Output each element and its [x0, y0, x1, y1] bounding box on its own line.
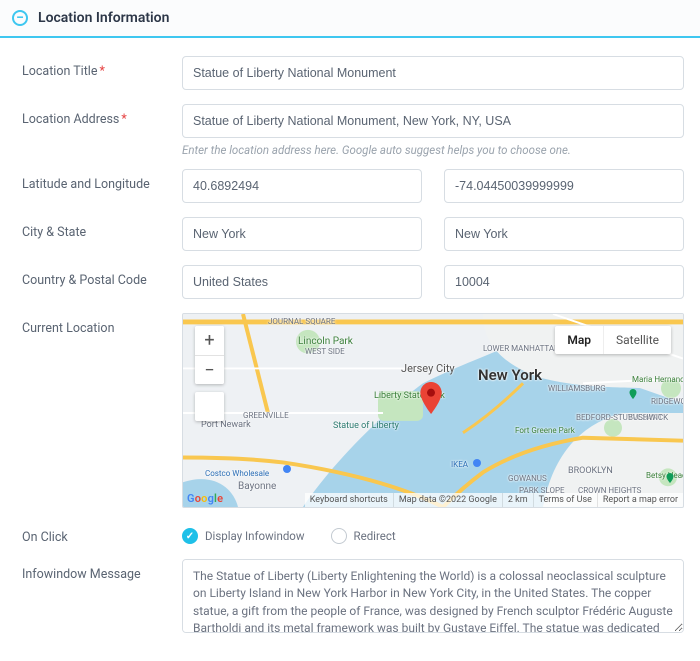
- location-address-input[interactable]: [182, 104, 684, 138]
- row-infowindow: Infowindow Message: [22, 559, 684, 637]
- map-label-maria: Maria Hernandez Park: [632, 376, 684, 384]
- map-type-map[interactable]: Map: [555, 326, 603, 354]
- map-attribution: Keyboard shortcuts Map data ©2022 Google…: [305, 493, 683, 507]
- map-attr-data: Map data ©2022 Google: [393, 493, 502, 507]
- label-title: Location Title*: [22, 56, 182, 79]
- label-currentloc: Current Location: [22, 313, 182, 336]
- map-attr-shortcuts[interactable]: Keyboard shortcuts: [305, 493, 393, 507]
- panel-header[interactable]: − Location Information: [0, 0, 700, 38]
- label-infowindow: Infowindow Message: [22, 559, 182, 582]
- panel-title: Location Information: [38, 10, 169, 26]
- city-input[interactable]: [182, 217, 422, 251]
- label-citystate: City & State: [22, 217, 182, 240]
- map-attr-terms[interactable]: Terms of Use: [533, 493, 597, 507]
- map-label-greenville: GREENVILLE: [243, 411, 289, 420]
- label-onclick: On Click: [22, 522, 182, 545]
- poi-icon: [664, 472, 676, 484]
- map-label-bayonne: Bayonne: [238, 481, 276, 492]
- zoom-control: + −: [195, 326, 224, 384]
- map-marker-icon[interactable]: [420, 382, 442, 414]
- location-title-input[interactable]: [182, 56, 684, 90]
- map-label-ikea: IKEA: [451, 460, 468, 469]
- row-title: Location Title*: [22, 56, 684, 90]
- map-label-manhattan: LOWER MANHATTAN: [483, 344, 560, 353]
- radio-label-redirect: Redirect: [354, 529, 396, 543]
- zoom-in-button[interactable]: +: [195, 326, 224, 355]
- row-onclick: On Click Display Infowindow Redirect: [22, 522, 684, 545]
- collapse-icon[interactable]: −: [12, 10, 28, 26]
- map-label-statue: Statue of Liberty: [333, 421, 399, 431]
- map-label-williamsburg: WILLIAMSBURG: [548, 384, 606, 393]
- google-logo: Google: [187, 492, 223, 505]
- map-label-lincolnpark: Lincoln Park: [298, 336, 353, 347]
- map-type-control: Map Satellite: [555, 326, 671, 354]
- radio-label-display: Display Infowindow: [205, 529, 305, 543]
- zoom-out-button[interactable]: −: [195, 355, 224, 384]
- poi-icon: [471, 457, 483, 469]
- infowindow-textarea[interactable]: [182, 559, 684, 633]
- form-body: Location Title* Location Address* Enter …: [0, 38, 700, 661]
- row-citystate: City & State: [22, 217, 684, 251]
- label-address: Location Address*: [22, 104, 182, 127]
- radio-unchecked-icon: [331, 528, 347, 544]
- map-label-brooklyn: BROOKLYN: [568, 466, 613, 476]
- required-marker: *: [99, 64, 104, 79]
- streetview-control[interactable]: [195, 392, 224, 421]
- row-currentloc: Current Location: [22, 313, 684, 508]
- address-help-text: Enter the location address here. Google …: [182, 143, 684, 157]
- map-label-gowanus: GOWANUS: [508, 474, 547, 483]
- row-address: Location Address* Enter the location add…: [22, 104, 684, 157]
- map-attr-scale: 2 km: [502, 493, 533, 507]
- onclick-radio-group: Display Infowindow Redirect: [182, 522, 684, 544]
- map-type-satellite[interactable]: Satellite: [603, 326, 671, 354]
- map-label-ridgewood: RIDGEWOOD: [651, 397, 684, 406]
- map-attr-report[interactable]: Report a map error: [597, 493, 683, 507]
- map[interactable]: Lincoln Park WEST SIDE JOURNAL SQUARE Je…: [182, 313, 684, 508]
- row-countrypostal: Country & Postal Code: [22, 265, 684, 299]
- map-label-journalsq: JOURNAL SQUARE: [268, 317, 335, 326]
- radio-display-infowindow[interactable]: Display Infowindow: [182, 528, 305, 544]
- map-label-lincolnpark-sub: WEST SIDE: [305, 347, 345, 356]
- postal-input[interactable]: [444, 265, 684, 299]
- map-label-portnewark: Port Newark: [201, 420, 251, 430]
- label-countrypostal: Country & Postal Code: [22, 265, 182, 288]
- row-latlng: Latitude and Longitude: [22, 169, 684, 203]
- map-label-jerseycity: Jersey City: [401, 362, 455, 375]
- longitude-input[interactable]: [444, 169, 684, 203]
- poi-icon: [281, 463, 293, 475]
- country-input[interactable]: [182, 265, 422, 299]
- map-label-newyork: New York: [478, 366, 542, 384]
- map-label-costco: Costco Wholesale: [205, 469, 269, 478]
- radio-checked-icon: [182, 528, 198, 544]
- radio-redirect[interactable]: Redirect: [331, 528, 396, 544]
- required-marker: *: [121, 112, 126, 127]
- poi-icon: [627, 388, 639, 400]
- map-label-fortgreene: Fort Greene Park: [515, 427, 575, 435]
- label-latlng: Latitude and Longitude: [22, 169, 182, 192]
- state-input[interactable]: [444, 217, 684, 251]
- latitude-input[interactable]: [182, 169, 422, 203]
- map-label-bushwick: BUSHWICK: [628, 413, 668, 422]
